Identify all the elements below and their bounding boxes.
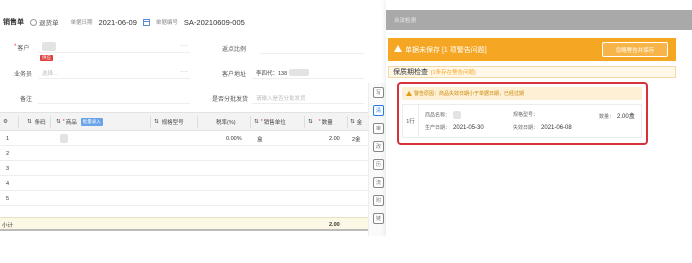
- date-label: 单据日期: [70, 20, 93, 26]
- grid-header: ⚙ ⇅ 条码 ⇅ * 商品 批量录入 ⇅ 规格型号 税率(%) ⇅ * 销售单位 ⇅ * 数量 ⇅…: [0, 113, 368, 131]
- banner-text: 单据未保存 [1 项警告问题]: [405, 46, 487, 54]
- bottom-strip: [0, 236, 692, 263]
- warning-icon: [394, 45, 402, 52]
- row-unit: 盒: [257, 136, 263, 143]
- row-index: 5: [6, 195, 10, 202]
- table-row[interactable]: 4: [0, 176, 368, 191]
- product-name: 商品名称：: [425, 111, 462, 119]
- spec-field: 规格型号：: [513, 112, 539, 118]
- sales-order-form: 销售单 退货单 单据日期 2021-06-09 单据编号 SA-20210609…: [0, 0, 368, 236]
- table-row[interactable]: 2: [0, 146, 368, 161]
- validation-panel: 合法检测 单据未保存 [1 项警告问题] 忽略警告并保存 保质期检查 [1条存在…: [386, 0, 692, 236]
- flow-icon[interactable]: 流: [373, 177, 384, 188]
- address-input[interactable]: 李四代：138: [252, 67, 364, 79]
- issue-reason: 警告原因：商品失效日期小于单据日期，已经过期: [402, 87, 642, 100]
- table-row[interactable]: 3: [0, 161, 368, 176]
- header-amount: ⇅ 金: [350, 119, 363, 126]
- attachment-icon[interactable]: 附: [373, 195, 384, 206]
- row-index: 3: [6, 165, 10, 172]
- panel-header: 合法检测: [386, 10, 692, 30]
- section-title: 保质期检查: [393, 69, 428, 76]
- staff-input[interactable]: 选择... ···: [38, 67, 190, 79]
- more-icon[interactable]: ···: [181, 69, 189, 75]
- batch-entry-button[interactable]: 批量录入: [80, 118, 103, 126]
- total-qty: 2.00: [329, 221, 340, 228]
- customer-tag: 供应: [40, 55, 53, 61]
- row-index: 4: [6, 180, 10, 187]
- shelf-life-section[interactable]: 保质期检查 [1条存在警告问题]: [388, 66, 676, 78]
- issue-index: 1行: [403, 105, 419, 137]
- row-index: 1: [6, 135, 10, 142]
- settings-icon[interactable]: ⚙: [3, 113, 8, 131]
- customer-input[interactable]: ···: [38, 41, 190, 53]
- link-icon[interactable]: 链: [373, 213, 384, 224]
- header-qty: ⇅ * 数量: [308, 119, 333, 126]
- section-count: [1条存在警告问题]: [431, 70, 476, 76]
- address-blurred: [289, 69, 310, 76]
- header-product: ⇅ * 商品 批量录入: [56, 118, 103, 126]
- issue-reason-text: 警告原因：商品失效日期小于单据日期，已经过期: [414, 91, 525, 97]
- issue-row[interactable]: 1行 商品名称： 规格型号： 数量： 2.00盒 生产日期： 2021-05-30 …: [402, 104, 642, 138]
- return-radio[interactable]: 退货单: [30, 17, 59, 27]
- staff-placeholder: 选择...: [42, 70, 58, 77]
- warning-icon: [406, 91, 412, 96]
- allocate-input[interactable]: 请输入是否分批发货: [252, 92, 364, 104]
- address-label: 客户地址: [222, 71, 247, 78]
- return-label: 退货单: [39, 20, 59, 27]
- total-label: 小计: [2, 222, 14, 229]
- production-date: 生产日期： 2021-05-30: [425, 125, 484, 131]
- row-amount: 2金: [352, 136, 361, 143]
- allocate-field: 是否分批发货: [212, 91, 248, 105]
- doc-topbar: 销售单 退货单 单据日期 2021-06-09 单据编号 SA-20210609…: [0, 15, 368, 29]
- table-row[interactable]: 1 0.00% 盒 2.00 2金: [0, 131, 368, 146]
- address-value: 李四代：138: [256, 70, 288, 77]
- warning-banner: 单据未保存 [1 项警告问题] 忽略警告并保存: [388, 38, 676, 61]
- ignore-and-save-button[interactable]: 忽略警告并保存: [602, 42, 668, 57]
- discount-label: 返点比例: [222, 46, 247, 53]
- radio-icon[interactable]: [30, 18, 37, 26]
- header-unit: ⇅ * 销售单位: [254, 119, 286, 126]
- check-icon[interactable]: 清: [373, 105, 384, 116]
- issue-card: 警告原因：商品失效日期小于单据日期，已经过期 1行 商品名称： 规格型号： 数量…: [397, 82, 648, 145]
- tab-sales-order[interactable]: 销售单: [2, 17, 24, 27]
- customer-value-blurred: [42, 42, 56, 51]
- calendar-icon[interactable]: [142, 18, 150, 26]
- customer-field: * 客户: [14, 44, 30, 52]
- expiry-date: 失效日期： 2021-06-08: [513, 125, 572, 131]
- row-qty: 2.00: [329, 135, 340, 142]
- header-tax: 税率(%): [216, 120, 236, 126]
- staff-field: 业务员: [14, 66, 32, 80]
- history-icon[interactable]: 历: [373, 159, 384, 170]
- staff-label: 业务员: [14, 71, 33, 78]
- docno-value: SA-20210609-005: [183, 17, 245, 27]
- allocate-label: 是否分批发货: [212, 96, 249, 103]
- modify-icon[interactable]: 改: [373, 141, 384, 152]
- side-toolbar: 写 清 审 改 历 流 附 链: [368, 83, 386, 236]
- docno-label: 单据编号: [155, 20, 178, 26]
- discount-field: 返点比例: [222, 41, 246, 55]
- discount-input[interactable]: [260, 42, 364, 54]
- header-spec: ⇅ 规格型号: [154, 119, 184, 126]
- address-field: 客户地址: [222, 66, 246, 80]
- total-row: 小计 2.00: [0, 217, 368, 231]
- note-field: 备注: [20, 91, 32, 105]
- qty-field: 数量： 2.00盒: [599, 114, 635, 120]
- allocate-placeholder: 请输入是否分批发货: [256, 95, 306, 102]
- note-input[interactable]: [38, 92, 190, 104]
- customer-label: 客户: [17, 45, 30, 52]
- row-tax: 0.00%: [226, 135, 242, 142]
- product-blurred: [60, 131, 68, 146]
- header-barcode: ⇅ 条码: [27, 119, 46, 126]
- table-row[interactable]: 5: [0, 191, 368, 206]
- note-label: 备注: [20, 96, 33, 103]
- more-icon[interactable]: ···: [181, 43, 189, 49]
- edit-icon[interactable]: 写: [373, 87, 384, 98]
- panel-title: 合法检测: [394, 18, 417, 24]
- date-value[interactable]: 2021-06-09: [99, 18, 137, 27]
- audit-icon[interactable]: 审: [373, 123, 384, 134]
- goods-grid: ⚙ ⇅ 条码 ⇅ * 商品 批量录入 ⇅ 规格型号 税率(%) ⇅ * 销售单位 ⇅ * 数量 ⇅…: [0, 112, 368, 231]
- row-index: 2: [6, 150, 10, 157]
